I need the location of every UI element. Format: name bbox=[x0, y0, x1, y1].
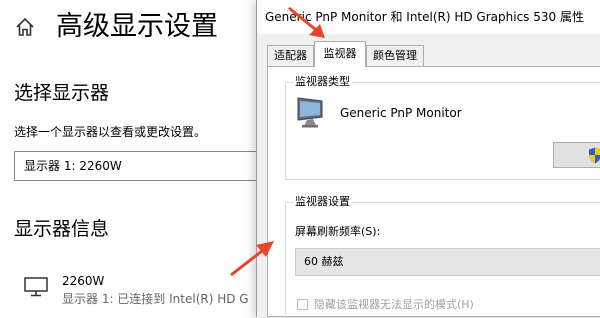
dialog-titlebar[interactable]: Generic PnP Monitor 和 Intel(R) HD Graphi… bbox=[257, 0, 600, 34]
monitor-properties-button[interactable] bbox=[553, 142, 600, 168]
display-selector-value: 显示器 1: 2260W bbox=[24, 159, 122, 173]
page-title: 高级显示设置 bbox=[56, 11, 218, 42]
dialog-title: Generic PnP Monitor 和 Intel(R) HD Graphi… bbox=[265, 10, 584, 24]
tab-color-management[interactable]: 颜色管理 bbox=[366, 45, 424, 66]
monitor-type-name: Generic PnP Monitor bbox=[340, 106, 462, 120]
hide-modes-label: 隐藏该监视器无法显示的模式(H) bbox=[314, 298, 474, 311]
uac-shield-icon bbox=[589, 147, 600, 164]
display-info-name: 2260W bbox=[62, 274, 105, 288]
home-icon[interactable] bbox=[14, 16, 36, 38]
hide-modes-checkbox[interactable] bbox=[297, 299, 308, 310]
display-info-heading: 显示器信息 bbox=[14, 218, 110, 240]
tab-monitor[interactable]: 监视器 bbox=[314, 41, 366, 67]
refresh-rate-value: 60 赫兹 bbox=[304, 255, 344, 268]
select-display-heading: 选择显示器 bbox=[14, 82, 110, 104]
refresh-rate-dropdown[interactable]: 60 赫兹 bbox=[295, 248, 600, 276]
refresh-rate-label: 屏幕刷新频率(S): bbox=[295, 225, 381, 238]
monitor-tab-panel: 监视器类型 Generic PnP Monitor 监视器设置 屏幕刷新频率(S… bbox=[267, 66, 600, 318]
monitor-properties-dialog: Generic PnP Monitor 和 Intel(R) HD Graphi… bbox=[256, 0, 600, 318]
monitor-settings-group-label: 监视器设置 bbox=[293, 194, 352, 210]
monitor-icon bbox=[24, 277, 48, 297]
display-info-connection: 显示器 1: 已连接到 Intel(R) HD G bbox=[62, 292, 249, 306]
monitor-type-group-label: 监视器类型 bbox=[293, 74, 352, 90]
tab-adapter[interactable]: 适配器 bbox=[267, 45, 314, 66]
select-display-description: 选择一个显示器以查看或更改设置。 bbox=[14, 125, 207, 139]
monitor-type-icon bbox=[297, 97, 323, 128]
